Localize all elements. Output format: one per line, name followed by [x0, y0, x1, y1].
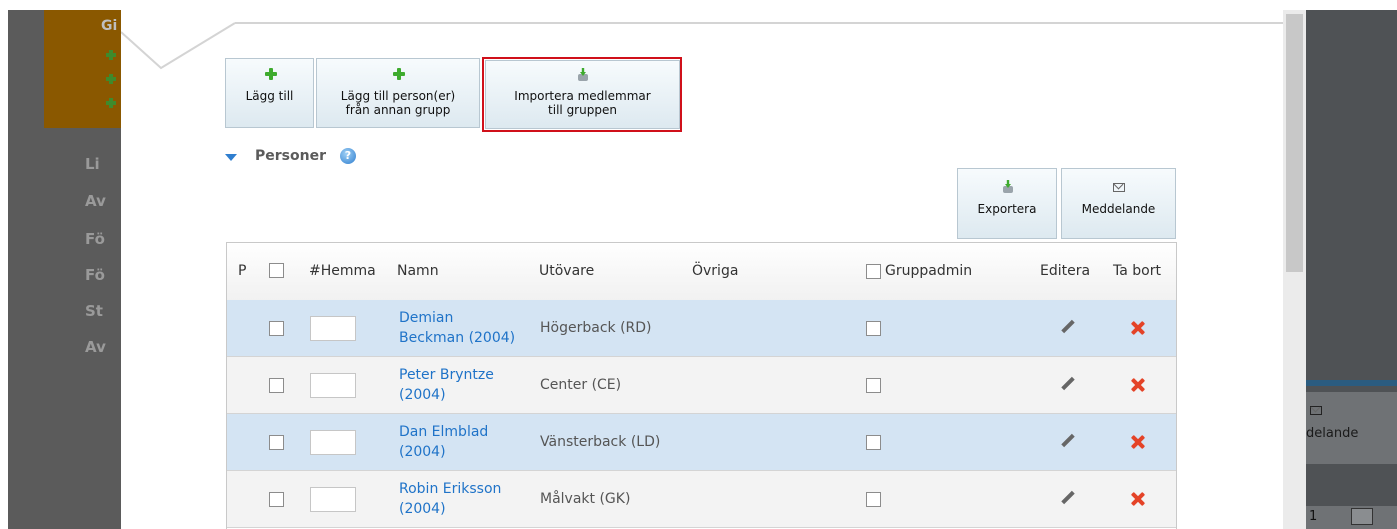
mail-icon	[1310, 406, 1322, 415]
row-select-checkbox[interactable]	[269, 378, 284, 393]
background-menu-item: Fö	[85, 266, 105, 284]
add-button-label: Lägg till	[245, 89, 294, 103]
member-position: Vänsterback (LD)	[540, 434, 661, 450]
plus-icon	[106, 50, 116, 60]
member-name-link[interactable]: Demian Beckman (2004)	[399, 308, 515, 348]
scrollbar-thumb[interactable]	[1286, 14, 1303, 272]
home-number-input[interactable]	[310, 430, 356, 455]
plus-icon	[392, 67, 406, 81]
row-select-checkbox[interactable]	[269, 435, 284, 450]
export-button-label: Exportera	[977, 202, 1037, 216]
mail-icon	[1113, 183, 1125, 192]
header-player: Utövare	[539, 263, 595, 279]
select-all-checkbox[interactable]	[269, 263, 284, 278]
table-header: P #Hemma Namn Utövare Övriga Gruppadmin …	[227, 243, 1176, 301]
background-right-bar	[1306, 380, 1397, 386]
group-admin-checkbox[interactable]	[866, 378, 881, 393]
background-select-value: 1	[1309, 509, 1318, 524]
header-other: Övriga	[692, 263, 739, 279]
edit-pencil-icon[interactable]	[1061, 321, 1075, 335]
plus-icon	[264, 67, 278, 81]
delete-x-icon[interactable]	[1131, 435, 1145, 449]
table-row: Robin Eriksson (2004) Målvakt (GK)	[227, 471, 1176, 528]
edit-pencil-icon[interactable]	[1061, 492, 1075, 506]
plus-icon	[106, 98, 116, 108]
header-name: Namn	[397, 263, 439, 279]
background-menu-item: Av	[85, 338, 106, 356]
background-orange-panel: Gi	[44, 10, 121, 128]
header-delete: Ta bort	[1113, 263, 1161, 279]
section-title: Personer	[255, 148, 326, 164]
background-panel-letters: Gi	[101, 18, 118, 34]
table-row: Peter Bryntze (2004) Center (CE)	[227, 357, 1176, 414]
member-name-link[interactable]: Peter Bryntze (2004)	[399, 365, 494, 405]
member-name-line2: (2004)	[399, 387, 446, 403]
member-name-line2: Beckman (2004)	[399, 330, 516, 346]
export-button[interactable]: Exportera	[957, 168, 1057, 239]
background-message-button: delande	[1306, 392, 1397, 464]
home-number-input[interactable]	[310, 487, 356, 512]
member-name-line1: Demian	[399, 310, 454, 326]
dialog-top-edge	[235, 22, 1283, 24]
help-icon[interactable]: ?	[340, 148, 356, 164]
group-admin-checkbox[interactable]	[866, 435, 881, 450]
group-admin-checkbox[interactable]	[866, 321, 881, 336]
member-name-link[interactable]: Dan Elmblad (2004)	[399, 422, 488, 462]
member-name-line1: Dan Elmblad	[399, 424, 489, 440]
row-select-checkbox[interactable]	[269, 321, 284, 336]
table-row: Dan Elmblad (2004) Vänsterback (LD)	[227, 414, 1176, 471]
background-menu-item: St	[85, 302, 103, 320]
header-home-number: #Hemma	[309, 263, 376, 279]
member-name-line1: Robin Eriksson	[399, 481, 502, 497]
background-button-label: delande	[1306, 426, 1359, 441]
add-from-group-button[interactable]: Lägg till person(er) från annan grupp	[316, 58, 480, 128]
delete-x-icon[interactable]	[1131, 321, 1145, 335]
delete-x-icon[interactable]	[1131, 492, 1145, 506]
member-name-line2: (2004)	[399, 444, 446, 460]
message-button-label: Meddelande	[1081, 202, 1156, 216]
group-admin-checkbox[interactable]	[866, 492, 881, 507]
member-name-link[interactable]: Robin Eriksson (2004)	[399, 479, 501, 519]
add-from-group-label-line2: från annan grupp	[345, 103, 451, 117]
message-button[interactable]: Meddelande	[1061, 168, 1176, 239]
export-icon	[1001, 180, 1015, 194]
dialog-pointer	[121, 22, 236, 70]
member-position: Högerback (RD)	[540, 320, 652, 336]
home-number-input[interactable]	[310, 316, 356, 341]
chevron-down-icon	[1351, 508, 1373, 525]
header-edit: Editera	[1040, 263, 1091, 279]
table-row: Demian Beckman (2004) Högerback (RD)	[227, 300, 1176, 357]
edit-pencil-icon[interactable]	[1061, 435, 1075, 449]
import-highlight-box	[482, 57, 682, 132]
home-number-input[interactable]	[310, 373, 356, 398]
background-menu-item: Li	[85, 155, 100, 173]
background-select: 1	[1306, 506, 1397, 529]
member-position: Center (CE)	[540, 377, 622, 393]
row-select-checkbox[interactable]	[269, 492, 284, 507]
member-name-line1: Peter Bryntze	[399, 367, 494, 383]
background-menu-item: Av	[85, 192, 106, 210]
add-from-group-label-line1: Lägg till person(er)	[340, 89, 456, 103]
edit-pencil-icon[interactable]	[1061, 378, 1075, 392]
members-table: P #Hemma Namn Utövare Övriga Gruppadmin …	[226, 242, 1177, 529]
background-menu-item: Fö	[85, 230, 105, 248]
header-group-admin: Gruppadmin	[885, 263, 973, 279]
group-admin-all-checkbox[interactable]	[866, 264, 881, 279]
plus-icon	[106, 74, 116, 84]
delete-x-icon[interactable]	[1131, 378, 1145, 392]
header-p: P	[238, 263, 247, 279]
collapse-triangle-icon[interactable]	[225, 154, 237, 161]
member-name-line2: (2004)	[399, 501, 446, 517]
member-position: Målvakt (GK)	[540, 491, 631, 507]
add-button[interactable]: Lägg till	[225, 58, 314, 128]
